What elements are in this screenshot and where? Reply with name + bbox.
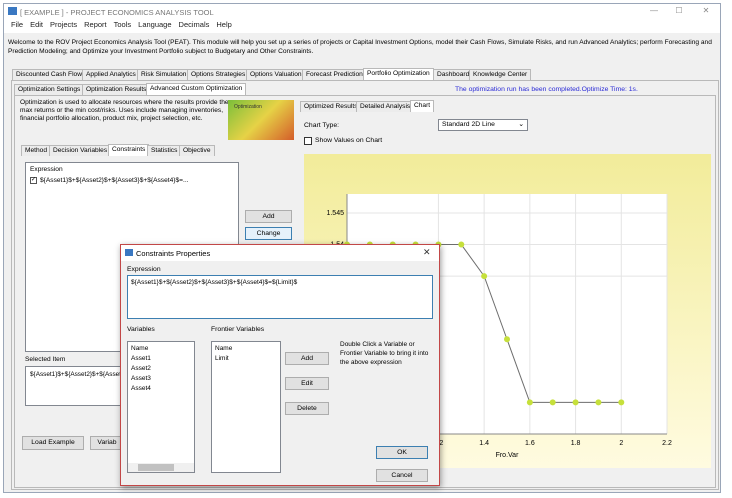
close-button[interactable]: ✕ bbox=[696, 6, 716, 18]
tab-method[interactable]: Method bbox=[21, 145, 51, 156]
x-tick-label: 1.6 bbox=[525, 440, 535, 447]
list-item[interactable]: Asset1 bbox=[131, 354, 191, 364]
menu-bar: File Edit Projects Report Tools Language Decim… bbox=[4, 20, 720, 33]
tab-constraints[interactable]: Constraints bbox=[108, 144, 150, 156]
x-tick-label: 2.2 bbox=[662, 440, 672, 447]
expression-item[interactable]: ${Asset1}$+${Asset2}$+${Asset3}$+${Asset… bbox=[40, 177, 189, 184]
x-axis-label: Fro.Var bbox=[496, 452, 519, 459]
data-point bbox=[526, 399, 533, 406]
frontier-add-button[interactable]: Add bbox=[285, 352, 329, 365]
tab-advanced-custom-optimization[interactable]: Advanced Custom Optimization bbox=[146, 83, 247, 95]
frontier-edit-button[interactable]: Edit bbox=[285, 377, 329, 390]
data-point bbox=[572, 399, 579, 406]
ok-button[interactable]: OK bbox=[376, 446, 428, 459]
menu-file[interactable]: File bbox=[11, 20, 23, 29]
tab-risk-simulation[interactable]: Risk Simulation bbox=[137, 69, 191, 80]
selected-item-field[interactable]: ${Asset1}$+${Asset2}$+${Asset bbox=[25, 366, 135, 406]
selected-item-label: Selected Item bbox=[25, 356, 66, 363]
frontier-variables-label: Frontier Variables bbox=[211, 326, 265, 333]
intro-text: Welcome to the ROV Project Economics Ana… bbox=[8, 39, 712, 55]
optimization-logo: Optimization bbox=[228, 100, 294, 140]
menu-report[interactable]: Report bbox=[84, 20, 107, 29]
x-tick-label: 2 bbox=[619, 440, 623, 447]
tab-knowledge-center[interactable]: Knowledge Center bbox=[469, 69, 532, 80]
status-text: The optimization run has been completed.… bbox=[455, 86, 638, 93]
chart-type-label: Chart Type: bbox=[304, 122, 340, 129]
menu-edit[interactable]: Edit bbox=[30, 20, 43, 29]
data-point bbox=[595, 399, 602, 406]
tab-optimization-settings[interactable]: Optimization Settings bbox=[14, 84, 85, 95]
window-title: [ EXAMPLE ] - PROJECT ECONOMICS ANALYSIS… bbox=[20, 8, 214, 17]
menu-tools[interactable]: Tools bbox=[114, 20, 132, 29]
expression-checkbox[interactable]: ✓ bbox=[30, 177, 37, 184]
maximize-button[interactable]: ☐ bbox=[669, 6, 689, 18]
dialog-expression-field[interactable]: ${Asset1}$+${Asset2}$+${Asset3}$+${Asset… bbox=[127, 275, 433, 319]
tab-detailed-analysis[interactable]: Detailed Analysis bbox=[356, 101, 415, 112]
dialog-hint: Double Click a Variable or Frontier Vari… bbox=[340, 341, 429, 366]
show-values-label: Show Values on Chart bbox=[315, 137, 383, 144]
tab-dashboard[interactable]: Dashboard bbox=[433, 69, 474, 80]
dialog-close-button[interactable]: ✕ bbox=[423, 247, 431, 258]
app-icon bbox=[8, 7, 17, 15]
tab-portfolio-optimization[interactable]: Portfolio Optimization bbox=[363, 68, 434, 80]
title-bar: [ EXAMPLE ] - PROJECT ECONOMICS ANALYSIS… bbox=[4, 4, 720, 20]
tab-chart[interactable]: Chart bbox=[410, 100, 435, 112]
constraints-dialog: Constraints Properties ✕ Expression ${As… bbox=[120, 244, 440, 486]
list-item[interactable]: Asset2 bbox=[131, 364, 191, 374]
horizontal-scrollbar[interactable] bbox=[128, 463, 194, 472]
x-tick-label: 1.4 bbox=[479, 440, 489, 447]
list-item[interactable]: Name bbox=[215, 344, 277, 354]
logo-label: Optimization bbox=[234, 104, 262, 110]
tab-forecast-prediction[interactable]: Forecast Prediction bbox=[302, 69, 367, 80]
scrollbar-thumb[interactable] bbox=[138, 464, 174, 471]
data-point bbox=[481, 273, 488, 280]
tab-options-valuation[interactable]: Options Valuation bbox=[246, 69, 306, 80]
tab-objective[interactable]: Objective bbox=[179, 145, 215, 156]
chart-type-select[interactable]: Standard 2D Line ⌄ bbox=[438, 119, 528, 131]
x-tick-label: 1.8 bbox=[571, 440, 581, 447]
list-item[interactable]: Name bbox=[131, 344, 191, 354]
tab-options-strategies[interactable]: Options Strategies bbox=[187, 69, 250, 80]
data-point bbox=[458, 241, 465, 248]
tab-optimization-results[interactable]: Optimization Results bbox=[82, 84, 151, 95]
dialog-title: Constraints Properties bbox=[136, 249, 211, 258]
list-item[interactable]: Limit bbox=[215, 354, 277, 364]
dialog-expression-label: Expression bbox=[127, 266, 161, 273]
menu-decimals[interactable]: Decimals bbox=[179, 20, 210, 29]
add-constraint-button[interactable]: Add bbox=[245, 210, 292, 223]
y-tick-label: 1.545 bbox=[326, 210, 344, 217]
dialog-title-bar: Constraints Properties ✕ bbox=[121, 245, 439, 261]
variables-label: Variables bbox=[127, 326, 155, 333]
tab-optimized-results[interactable]: Optimized Results bbox=[300, 101, 362, 112]
tab-discounted-cash-flow[interactable]: Discounted Cash Flow bbox=[12, 69, 86, 80]
tab-statistics[interactable]: Statistics bbox=[147, 145, 182, 156]
tab-decision-variables[interactable]: Decision Variables bbox=[49, 145, 112, 156]
frontier-variables-list[interactable]: Name Limit bbox=[211, 341, 281, 473]
tab-applied-analytics[interactable]: Applied Analytics bbox=[82, 69, 140, 80]
expression-header: Expression bbox=[30, 166, 63, 173]
data-point bbox=[504, 336, 510, 343]
description-text: Optimization is used to allocate resourc… bbox=[20, 99, 229, 122]
menu-projects[interactable]: Projects bbox=[50, 20, 77, 29]
cancel-button[interactable]: Cancel bbox=[376, 469, 428, 482]
frontier-delete-button[interactable]: Delete bbox=[285, 402, 329, 415]
load-example-button[interactable]: Load Example bbox=[22, 436, 84, 450]
list-item[interactable]: Asset4 bbox=[131, 384, 191, 394]
menu-help[interactable]: Help bbox=[216, 20, 231, 29]
change-constraint-button[interactable]: Change bbox=[245, 227, 292, 240]
minimize-button[interactable]: — bbox=[644, 6, 664, 18]
dialog-icon bbox=[125, 249, 133, 256]
variables-list[interactable]: Name Asset1 Asset2 Asset3 Asset4 bbox=[127, 341, 195, 473]
data-point bbox=[549, 399, 556, 406]
list-item[interactable]: Asset3 bbox=[131, 374, 191, 384]
chevron-down-icon: ⌄ bbox=[518, 121, 524, 128]
variables-button[interactable]: Variab bbox=[90, 436, 124, 450]
show-values-checkbox[interactable] bbox=[304, 137, 312, 145]
menu-language[interactable]: Language bbox=[138, 20, 171, 29]
data-point bbox=[618, 399, 625, 406]
chart-type-value: Standard 2D Line bbox=[442, 121, 495, 128]
